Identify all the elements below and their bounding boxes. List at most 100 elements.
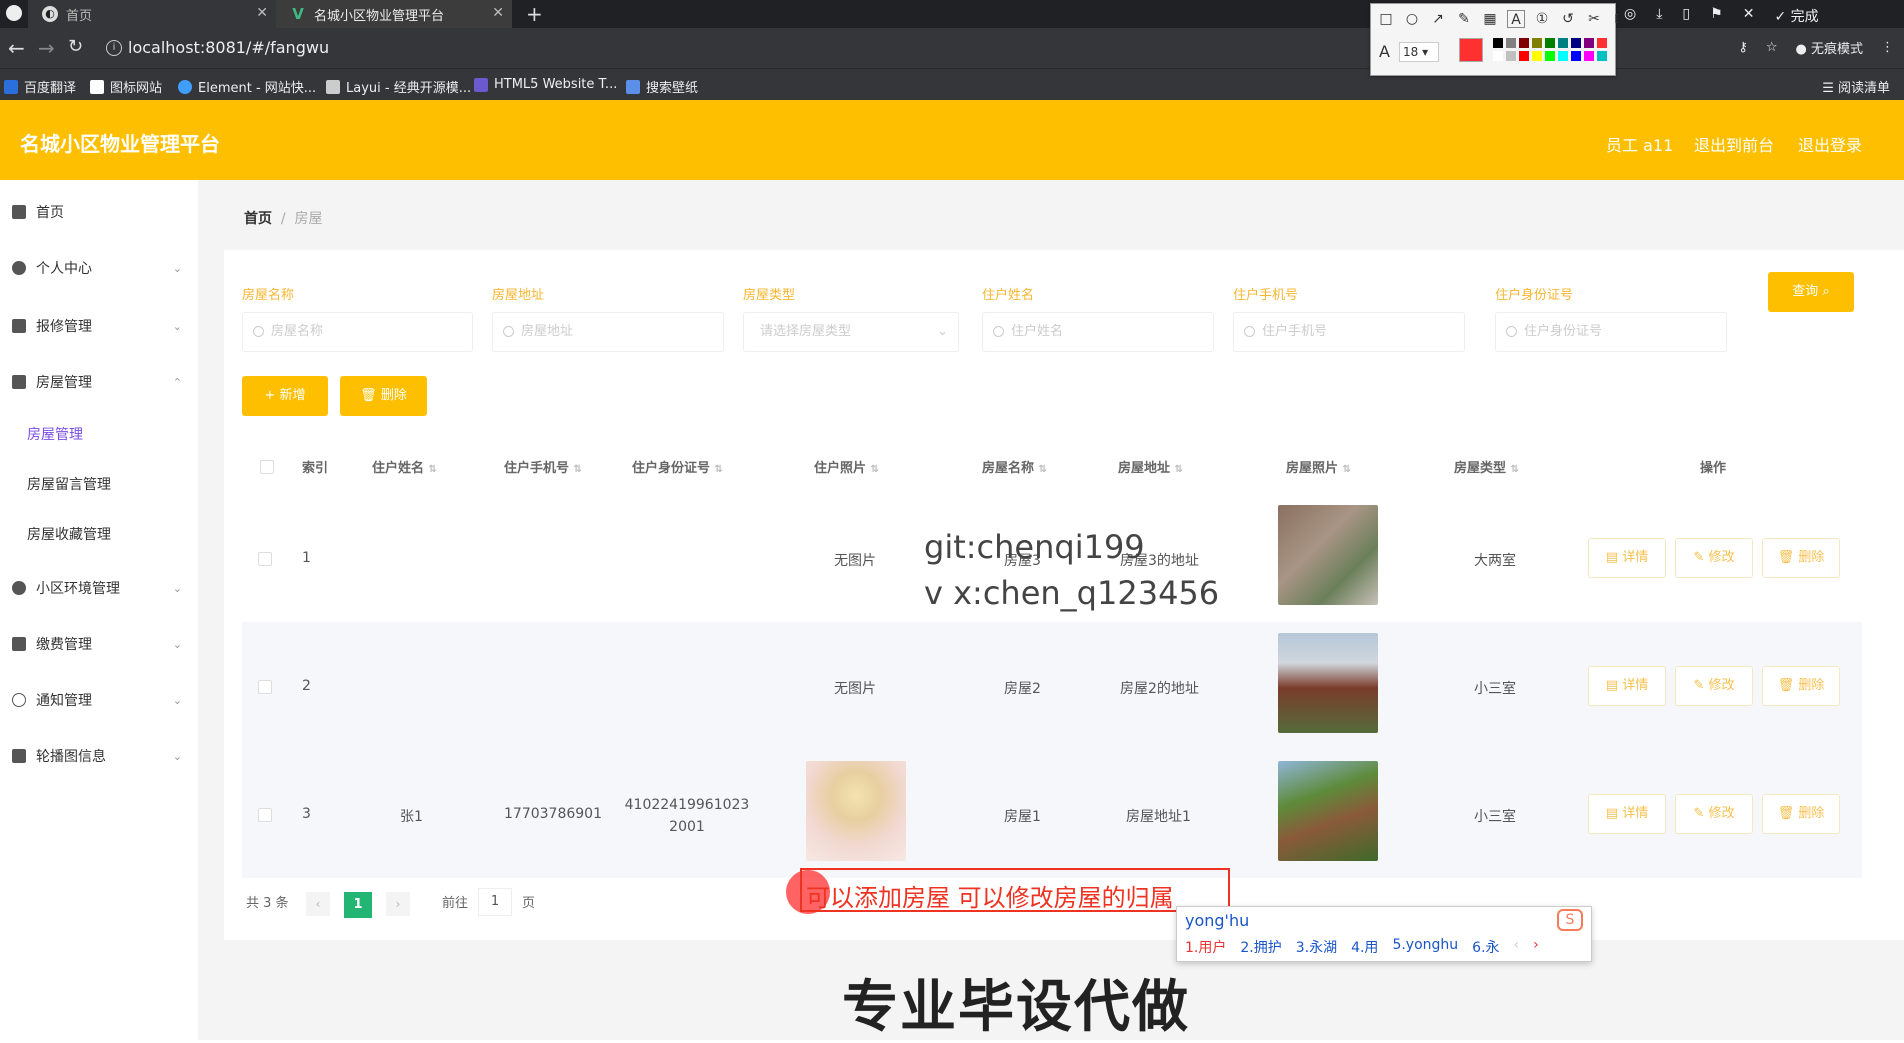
circle-tool-icon[interactable]: ◎ bbox=[1624, 6, 1636, 28]
next-page-icon[interactable]: › bbox=[386, 892, 410, 916]
new-tab-icon[interactable]: + bbox=[526, 2, 543, 26]
color-swatch[interactable] bbox=[1506, 51, 1516, 61]
bookmark-item[interactable]: Layui - 经典开源模... bbox=[326, 77, 471, 96]
pin-icon[interactable]: ✂ bbox=[1585, 10, 1603, 28]
edit-button[interactable]: ✎ 修改 bbox=[1675, 666, 1753, 706]
color-swatch[interactable] bbox=[1558, 38, 1568, 48]
font-size-select[interactable]: 18 ▾ bbox=[1399, 42, 1439, 62]
key-icon[interactable]: ⚷ bbox=[1738, 40, 1748, 55]
url-field[interactable]: i localhost:8081/#/fangwu bbox=[104, 34, 1364, 62]
bookmark-item[interactable]: 搜索壁纸 bbox=[626, 77, 698, 96]
rect-tool-icon[interactable]: □ bbox=[1377, 10, 1395, 28]
color-swatch[interactable] bbox=[1597, 51, 1607, 61]
user-label[interactable]: 员工 a11 bbox=[1606, 132, 1673, 156]
color-swatch[interactable] bbox=[1532, 51, 1542, 61]
download-icon[interactable]: ⤓ bbox=[1656, 6, 1662, 28]
ime-candidate[interactable]: 6.永 bbox=[1472, 937, 1499, 957]
undo-icon[interactable]: ↺ bbox=[1559, 10, 1577, 28]
current-color-swatch[interactable] bbox=[1459, 38, 1483, 62]
reload-icon[interactable]: ↻ bbox=[68, 36, 83, 57]
house-address-input[interactable]: 房屋地址 bbox=[492, 312, 724, 352]
color-swatch[interactable] bbox=[1493, 38, 1503, 48]
row-checkbox[interactable] bbox=[258, 552, 272, 566]
ime-candidate[interactable]: 3.永湖 bbox=[1296, 937, 1337, 957]
color-swatch[interactable] bbox=[1597, 38, 1607, 48]
delete-button[interactable]: 🗑 删除 bbox=[1762, 538, 1840, 578]
more-icon[interactable]: ⋮ bbox=[1881, 40, 1894, 55]
color-swatch[interactable] bbox=[1558, 51, 1568, 61]
browser-menu-icon[interactable] bbox=[6, 5, 22, 21]
color-swatch[interactable] bbox=[1571, 51, 1581, 61]
col-idcard[interactable]: 住户身份证号 ⇅ bbox=[632, 457, 723, 476]
house-type-select[interactable]: 请选择房屋类型 ⌄ bbox=[743, 312, 959, 352]
mosaic-tool-icon[interactable]: ▦ bbox=[1481, 10, 1499, 28]
bookmark-item[interactable]: 百度翻译 bbox=[4, 77, 76, 96]
tab-home[interactable]: ◐ 首页 ✕ bbox=[28, 0, 276, 28]
color-swatch[interactable] bbox=[1545, 38, 1555, 48]
sidebar-item-repair[interactable]: 报修管理 ⌄ bbox=[12, 316, 182, 336]
color-swatch[interactable] bbox=[1571, 38, 1581, 48]
save-icon[interactable]: ▯ bbox=[1682, 6, 1690, 28]
goto-page-input[interactable]: 1 bbox=[478, 888, 512, 916]
bookmark-item[interactable]: 图标网站 bbox=[90, 77, 162, 96]
text-tool-icon[interactable]: A bbox=[1507, 10, 1525, 28]
color-swatch[interactable] bbox=[1545, 51, 1555, 61]
col-house-type[interactable]: 房屋类型 ⇅ bbox=[1454, 457, 1519, 476]
sidebar-item-profile[interactable]: 个人中心 ⌄ bbox=[12, 258, 182, 278]
sidebar-sub-favorites[interactable]: 房屋收藏管理 bbox=[27, 524, 111, 544]
resident-id-input[interactable]: 住户身份证号 bbox=[1495, 312, 1727, 352]
ime-candidate[interactable]: 4.用 bbox=[1351, 937, 1378, 957]
breadcrumb-home[interactable]: 首页 bbox=[244, 211, 272, 227]
color-swatch[interactable] bbox=[1519, 51, 1529, 61]
row-checkbox[interactable] bbox=[258, 808, 272, 822]
sidebar-item-payment[interactable]: 缴费管理 ⌄ bbox=[12, 634, 182, 654]
close-tab-icon[interactable]: ✕ bbox=[256, 5, 268, 21]
search-button[interactable]: 查询 ⌕ bbox=[1768, 272, 1854, 312]
forward-icon[interactable]: → bbox=[38, 36, 55, 60]
reading-list[interactable]: ☰ 阅读清单 bbox=[1822, 77, 1890, 96]
close-icon[interactable]: ✕ bbox=[1743, 6, 1755, 28]
detail-button[interactable]: ▤ 详情 bbox=[1588, 794, 1666, 834]
tab-platform[interactable]: V 名城小区物业管理平台 ✕ bbox=[276, 0, 512, 28]
add-button[interactable]: + 新增 bbox=[242, 376, 328, 416]
close-tab-icon[interactable]: ✕ bbox=[492, 5, 504, 21]
info-icon[interactable]: i bbox=[106, 40, 122, 56]
house-name-input[interactable]: 房屋名称 bbox=[242, 312, 473, 352]
ime-candidate[interactable]: 5.yonghu bbox=[1392, 937, 1458, 957]
color-swatch[interactable] bbox=[1506, 38, 1516, 48]
bookmark-tool-icon[interactable]: ⚑ bbox=[1710, 6, 1723, 28]
ime-next-icon[interactable]: › bbox=[1533, 937, 1539, 957]
edit-button[interactable]: ✎ 修改 bbox=[1675, 794, 1753, 834]
bookmark-item[interactable]: Element - 网站快... bbox=[178, 77, 316, 96]
sidebar-item-environment[interactable]: 小区环境管理 ⌄ bbox=[12, 578, 182, 598]
logout-link[interactable]: 退出登录 bbox=[1798, 132, 1862, 156]
col-name[interactable]: 住户姓名 ⇅ bbox=[372, 457, 437, 476]
color-swatch[interactable] bbox=[1532, 38, 1542, 48]
page-number[interactable]: 1 bbox=[344, 892, 372, 918]
detail-button[interactable]: ▤ 详情 bbox=[1588, 538, 1666, 578]
ellipse-tool-icon[interactable]: ○ bbox=[1403, 10, 1421, 28]
bookmark-item[interactable]: HTML5 Website T... bbox=[474, 77, 617, 92]
ime-candidate[interactable]: 1.用户 bbox=[1185, 937, 1226, 957]
arrow-tool-icon[interactable]: ↗ bbox=[1429, 10, 1447, 28]
resident-phone-input[interactable]: 住户手机号 bbox=[1233, 312, 1465, 352]
col-house-addr[interactable]: 房屋地址 ⇅ bbox=[1118, 457, 1183, 476]
sidebar-sub-house[interactable]: 房屋管理 bbox=[27, 424, 83, 444]
delete-button[interactable]: 🗑 删除 bbox=[1762, 794, 1840, 834]
batch-delete-button[interactable]: 🗑 删除 bbox=[340, 376, 427, 416]
col-house-photo[interactable]: 房屋照片 ⇅ bbox=[1286, 457, 1351, 476]
color-swatch[interactable] bbox=[1584, 38, 1594, 48]
edit-button[interactable]: ✎ 修改 bbox=[1675, 538, 1753, 578]
row-checkbox[interactable] bbox=[258, 680, 272, 694]
pen-tool-icon[interactable]: ✎ bbox=[1455, 10, 1473, 28]
ime-candidate[interactable]: 2.拥护 bbox=[1240, 937, 1281, 957]
color-swatch[interactable] bbox=[1493, 51, 1503, 61]
select-all-checkbox[interactable] bbox=[260, 460, 274, 474]
color-swatch[interactable] bbox=[1584, 51, 1594, 61]
resident-name-input[interactable]: 住户姓名 bbox=[982, 312, 1214, 352]
sidebar-item-house[interactable]: 房屋管理 ⌃ bbox=[12, 372, 182, 392]
color-swatch[interactable] bbox=[1519, 38, 1529, 48]
star-icon[interactable]: ☆ bbox=[1766, 40, 1778, 55]
done-button[interactable]: ✓ 完成 bbox=[1774, 6, 1818, 28]
sidebar-item-notice[interactable]: 通知管理 ⌄ bbox=[12, 690, 182, 710]
